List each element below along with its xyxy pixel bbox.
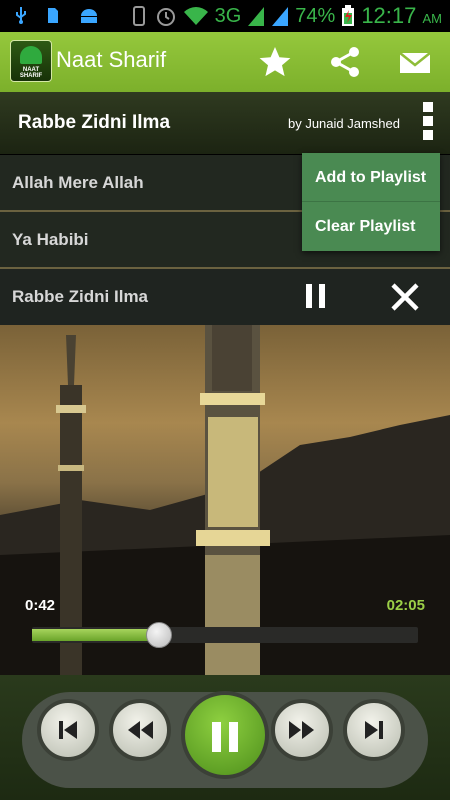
android-icon [81, 9, 97, 23]
now-playing-header: Rabbe Zidni Ilma by Junaid Jamshed [0, 92, 450, 155]
star-icon[interactable] [258, 45, 292, 79]
fast-forward-icon [289, 721, 314, 739]
seek-bar[interactable] [32, 622, 418, 648]
now-playing-artist: by Junaid Jamshed [287, 116, 400, 131]
clock-time: 12:17 [361, 3, 417, 28]
pause-icon[interactable] [306, 284, 326, 308]
rewind-icon [128, 721, 153, 739]
mail-icon[interactable] [398, 45, 432, 79]
playlist-item-label: Allah Mere Allah [12, 173, 144, 192]
action-bar: NAAT SHARIF Naat Sharif [0, 32, 450, 92]
overflow-menu-icon[interactable] [420, 102, 436, 146]
wifi-icon [183, 7, 208, 25]
playlist-item-label: Ya Habibi [12, 230, 89, 249]
dome-icon [20, 46, 42, 64]
alarm-icon [156, 8, 175, 26]
clock: 12:17 AM [361, 3, 442, 29]
logo-caption: NAAT SHARIF [19, 67, 43, 79]
battery-percent: 74% [295, 4, 336, 27]
now-playing-title: Rabbe Zidni Ilma [18, 112, 171, 133]
usb-icon [16, 7, 26, 24]
notification-icons [14, 6, 100, 24]
menu-clear-playlist[interactable]: Clear Playlist [302, 202, 440, 251]
playlist-item-current[interactable]: Rabbe Zidni Ilma [0, 269, 450, 325]
minarets-image [0, 325, 450, 675]
album-artwork: 0:42 02:05 [0, 325, 450, 675]
rewind-button[interactable] [109, 699, 171, 761]
screen: 3G 74% 12:17 AM NAAT SHARIF Naat Sharif … [0, 0, 450, 800]
vibrate-icon [132, 6, 145, 26]
seek-progress [32, 629, 160, 641]
skip-previous-icon [59, 721, 77, 739]
battery-icon [342, 5, 355, 26]
skip-next-icon [365, 721, 383, 739]
sd-card-icon [48, 8, 58, 23]
skip-next-button[interactable] [343, 699, 405, 761]
total-time: 02:05 [386, 597, 425, 614]
pause-button[interactable] [181, 691, 269, 779]
status-bar: 3G 74% 12:17 AM [0, 0, 450, 32]
clock-ampm: AM [422, 11, 443, 26]
signal-icon [248, 7, 265, 26]
playlist-item-label: Rabbe Zidni Ilma [12, 287, 149, 306]
app-title: Naat Sharif [56, 47, 167, 72]
share-icon[interactable] [328, 45, 362, 79]
fast-forward-button[interactable] [271, 699, 333, 761]
elapsed-time: 0:42 [25, 597, 56, 614]
overflow-menu: Add to Playlist Clear Playlist [302, 153, 440, 251]
player-controls [0, 675, 450, 800]
network-type: 3G [214, 4, 242, 27]
close-icon[interactable] [390, 282, 420, 312]
system-status: 3G 74% 12:17 AM [129, 3, 442, 29]
menu-add-to-playlist[interactable]: Add to Playlist [302, 153, 440, 202]
signal-icon-2 [272, 7, 289, 26]
app-logo[interactable]: NAAT SHARIF [10, 40, 52, 82]
pause-icon [212, 722, 221, 752]
skip-previous-button[interactable] [37, 699, 99, 761]
